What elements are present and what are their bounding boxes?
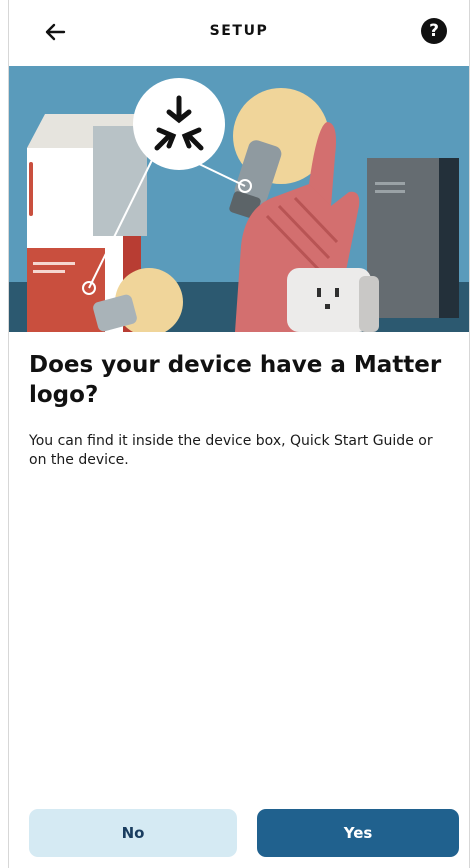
yes-button-label: Yes <box>343 824 373 842</box>
smart-plug-icon <box>287 268 371 332</box>
matter-logo-icon <box>133 78 225 170</box>
app-frame: SETUP ? Does your device have a Matter l… <box>8 0 470 868</box>
header: SETUP ? <box>9 0 469 64</box>
help-icon: ? <box>429 21 439 41</box>
help-button[interactable]: ? <box>421 18 447 44</box>
page-title: SETUP <box>209 23 269 39</box>
matter-devices-illustration <box>9 66 469 332</box>
description-text: You can find it inside the device box, Q… <box>29 433 433 468</box>
no-button[interactable]: No <box>29 809 237 857</box>
page-heading: Does your device have a Matter logo? <box>29 352 442 408</box>
yes-button[interactable]: Yes <box>257 809 459 857</box>
hero-illustration <box>9 66 469 332</box>
no-button-label: No <box>121 824 145 842</box>
